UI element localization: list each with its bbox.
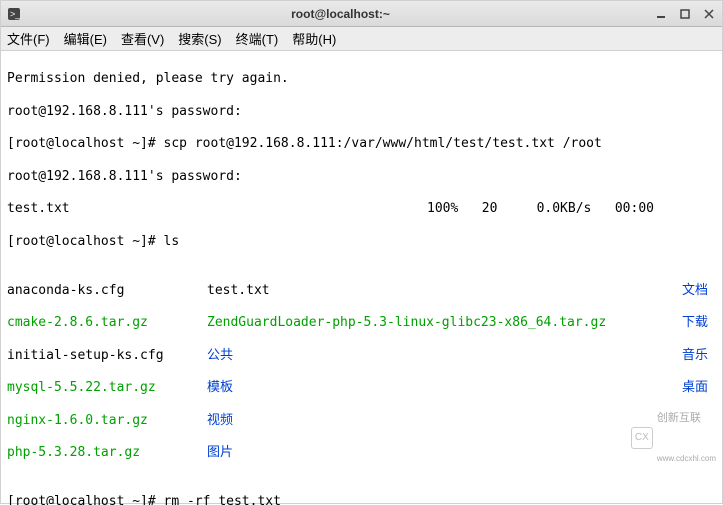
menu-view[interactable]: 查看(V) [121, 29, 164, 48]
ls-row: anaconda-ks.cfgtest.txt文档 [7, 283, 716, 299]
ls-row: initial-setup-ks.cfg公共音乐 [7, 348, 716, 364]
term-line: [root@localhost ~]# ls [7, 234, 716, 250]
terminal-output[interactable]: Permission denied, please try again. roo… [1, 51, 722, 505]
minimize-button[interactable] [654, 7, 668, 21]
menu-bar: 文件(F) 编辑(E) 查看(V) 搜索(S) 终端(T) 帮助(H) [1, 27, 722, 51]
menu-file[interactable]: 文件(F) [7, 29, 50, 48]
maximize-button[interactable] [678, 7, 692, 21]
term-line: [root@localhost ~]# scp root@192.168.8.1… [7, 136, 716, 152]
svg-text:>_: >_ [10, 9, 21, 19]
ls-row: nginx-1.6.0.tar.gz视频 [7, 413, 716, 429]
term-line: Permission denied, please try again. [7, 71, 716, 87]
menu-search[interactable]: 搜索(S) [178, 29, 221, 48]
term-line: [root@localhost ~]# rm -rf test.txt [7, 494, 716, 505]
menu-help[interactable]: 帮助(H) [292, 29, 336, 48]
term-line: root@192.168.8.111's password: [7, 104, 716, 120]
watermark: CX 创新互联 www.cdcxhl.com [631, 385, 716, 491]
window-titlebar: >_ root@localhost:~ [1, 1, 722, 27]
watermark-logo-icon: CX [631, 427, 653, 449]
term-line: root@192.168.8.111's password: [7, 169, 716, 185]
ls-row: cmake-2.8.6.tar.gzZendGuardLoader-php-5.… [7, 315, 716, 331]
app-icon: >_ [7, 7, 27, 21]
ls-row: php-5.3.28.tar.gz图片 [7, 445, 716, 461]
ls-row: mysql-5.5.22.tar.gz模板桌面 [7, 380, 716, 396]
menu-edit[interactable]: 编辑(E) [64, 29, 107, 48]
window-title: root@localhost:~ [27, 7, 654, 21]
menu-terminal[interactable]: 终端(T) [236, 29, 279, 48]
close-button[interactable] [702, 7, 716, 21]
term-line: test.txt100% 20 0.0KB/s 00:00 [7, 201, 716, 217]
